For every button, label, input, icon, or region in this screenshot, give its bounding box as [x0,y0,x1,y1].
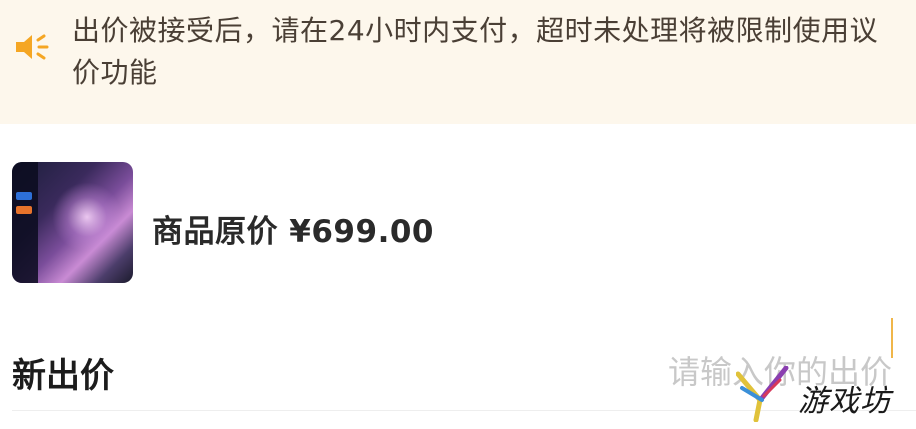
product-thumbnail[interactable] [12,162,133,283]
watermark-text: 游戏坊 [798,384,891,419]
original-price-label: 商品原价 ¥699.00 [152,214,434,250]
speaker-icon [16,34,49,60]
notice-banner: 出价被接受后，请在24小时内支付，超时未处理将被限制使用议价功能 [0,0,916,124]
y-logo-icon [736,366,789,422]
new-bid-label: 新出价 [12,356,114,396]
page: 出价被接受后，请在24小时内支付，超时未处理将被限制使用议价功能 商品原价 ¥6… [0,0,916,429]
watermark: 游戏坊 [736,366,916,426]
input-cursor [891,318,893,358]
notice-text: 出价被接受后，请在24小时内支付，超时未处理将被限制使用议价功能 [72,14,879,89]
product-row: 商品原价 ¥699.00 [0,124,916,310]
